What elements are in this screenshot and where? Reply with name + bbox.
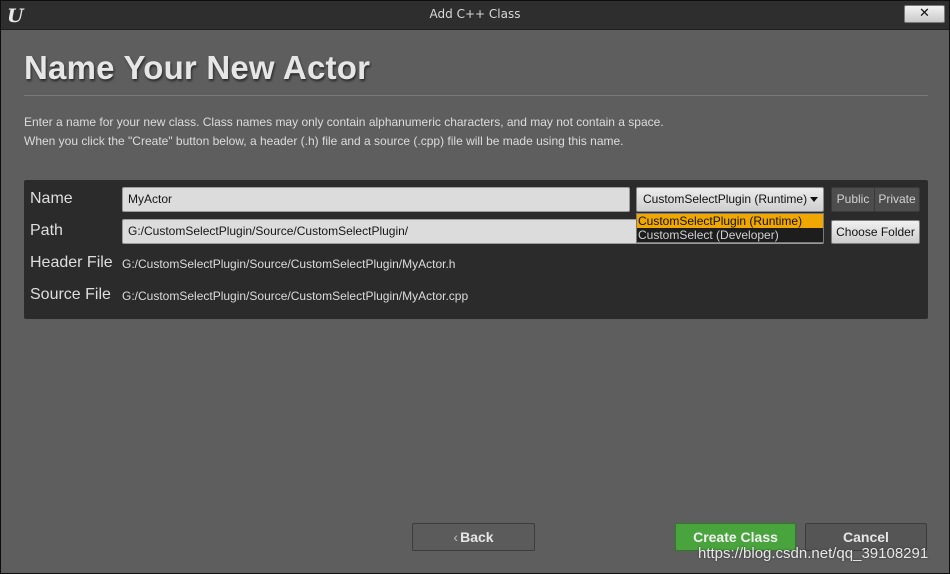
path-label: Path	[30, 222, 63, 239]
back-label: Back	[460, 529, 494, 545]
private-toggle[interactable]: Private	[874, 187, 920, 212]
class-name-input[interactable]: MyActor	[122, 187, 630, 212]
module-option-runtime[interactable]: CustomSelectPlugin (Runtime)	[637, 214, 823, 228]
description-line-1: Enter a name for your new class. Class n…	[24, 115, 664, 129]
description-line-2: When you click the "Create" button below…	[24, 134, 624, 148]
heading-divider	[24, 95, 928, 96]
close-button[interactable]: ✕	[904, 5, 945, 23]
page-title: Name Your New Actor	[24, 49, 371, 86]
header-file-value: G:/CustomSelectPlugin/Source/CustomSelec…	[122, 257, 456, 271]
title-bar[interactable]: U Add C++ Class ✕	[1, 1, 949, 30]
choose-folder-button[interactable]: Choose Folder	[831, 220, 920, 244]
source-file-value: G:/CustomSelectPlugin/Source/CustomSelec…	[122, 289, 469, 303]
watermark-text: https://blog.csdn.net/qq_39108291	[698, 545, 929, 562]
module-select[interactable]: CustomSelectPlugin (Runtime)	[636, 187, 824, 212]
module-option-developer[interactable]: CustomSelect (Developer)	[637, 228, 823, 242]
name-label: Name	[30, 190, 73, 207]
module-select-value: CustomSelectPlugin (Runtime)	[643, 192, 808, 206]
window-title: Add C++ Class	[429, 7, 521, 21]
add-class-window: U Add C++ Class ✕ Name Your New Actor En…	[0, 0, 950, 574]
module-dropdown-list: CustomSelectPlugin (Runtime) CustomSelec…	[636, 213, 824, 243]
chevron-left-icon: ‹	[453, 529, 459, 545]
chevron-down-icon	[810, 197, 818, 202]
back-button[interactable]: ‹ Back	[412, 523, 535, 551]
public-toggle[interactable]: Public	[831, 187, 875, 212]
source-file-label: Source File	[30, 286, 111, 303]
header-file-label: Header File	[30, 254, 113, 271]
